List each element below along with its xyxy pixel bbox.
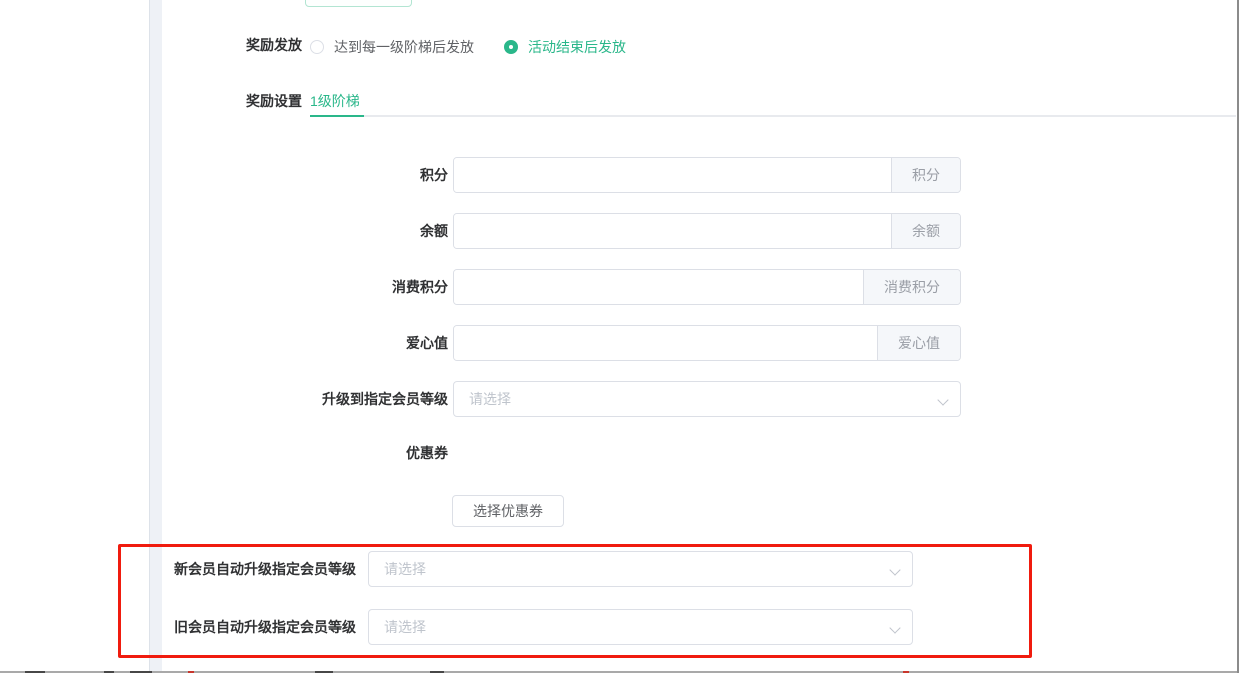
points-input[interactable] [454, 158, 891, 192]
balance-append-label: 余额 [891, 214, 960, 248]
add-tier-button-clipped[interactable] [305, 0, 412, 7]
select-placeholder: 请选择 [384, 559, 883, 579]
love-value-input-group: 爱心值 [453, 325, 961, 361]
consume-points-append-label: 消费积分 [863, 270, 960, 304]
form-row-coupon: 优惠券 [248, 443, 448, 463]
radio-issue-after-activity[interactable]: 活动结束后发放 [504, 37, 626, 57]
radio-unchecked-icon [310, 40, 324, 54]
consume-points-label: 消费积分 [248, 277, 448, 297]
select-placeholder: 请选择 [384, 617, 883, 637]
select-coupon-button[interactable]: 选择优惠券 [452, 495, 564, 527]
reward-issue-label: 奖励发放 [162, 37, 302, 53]
love-value-label: 爱心值 [248, 333, 448, 353]
sidebar-content-divider [149, 0, 162, 673]
points-input-group: 积分 [453, 157, 961, 193]
reward-setting-label: 奖励设置 [162, 93, 302, 109]
reward-issue-radio-group: 达到每一级阶梯后发放 活动结束后发放 [310, 37, 626, 57]
tab-active-underline [310, 115, 364, 117]
form-row-old-member-upgrade: 旧会员自动升级指定会员等级 请选择 [162, 609, 913, 645]
love-value-append-label: 爱心值 [877, 326, 960, 360]
old-member-upgrade-label: 旧会员自动升级指定会员等级 [162, 617, 356, 637]
page: 奖励发放 达到每一级阶梯后发放 活动结束后发放 奖励设置 1级阶梯 积分 积分 … [0, 0, 1239, 673]
chevron-down-icon [891, 565, 900, 574]
balance-input-group: 余额 [453, 213, 961, 249]
upgrade-level-select[interactable]: 请选择 [453, 381, 961, 417]
form-row-love-value: 爱心值 爱心值 [248, 325, 961, 361]
old-member-upgrade-select[interactable]: 请选择 [368, 609, 913, 645]
form-row-balance: 余额 余额 [248, 213, 961, 249]
form-row-consume-points: 消费积分 消费积分 [248, 269, 961, 305]
consume-points-input[interactable] [454, 270, 863, 304]
points-append-label: 积分 [891, 158, 960, 192]
upgrade-level-label: 升级到指定会员等级 [248, 389, 448, 409]
new-member-upgrade-label: 新会员自动升级指定会员等级 [162, 559, 356, 579]
tab-underline-track [310, 115, 1236, 117]
tab-tier-1[interactable]: 1级阶梯 [310, 92, 360, 110]
balance-label: 余额 [248, 221, 448, 241]
form-row-points: 积分 积分 [248, 157, 961, 193]
select-placeholder: 请选择 [469, 389, 931, 409]
consume-points-input-group: 消费积分 [453, 269, 961, 305]
new-member-upgrade-select[interactable]: 请选择 [368, 551, 913, 587]
form-row-new-member-upgrade: 新会员自动升级指定会员等级 请选择 [162, 551, 913, 587]
radio-issue-per-tier[interactable]: 达到每一级阶梯后发放 [310, 37, 474, 57]
radio-label: 活动结束后发放 [528, 37, 626, 57]
radio-label: 达到每一级阶梯后发放 [334, 37, 474, 57]
form-row-upgrade-level: 升级到指定会员等级 请选择 [248, 381, 961, 417]
radio-checked-icon [504, 40, 518, 54]
love-value-input[interactable] [454, 326, 877, 360]
chevron-down-icon [891, 623, 900, 632]
coupon-label: 优惠券 [406, 445, 448, 461]
points-label: 积分 [248, 165, 448, 185]
balance-input[interactable] [454, 214, 891, 248]
chevron-down-icon [939, 395, 948, 404]
